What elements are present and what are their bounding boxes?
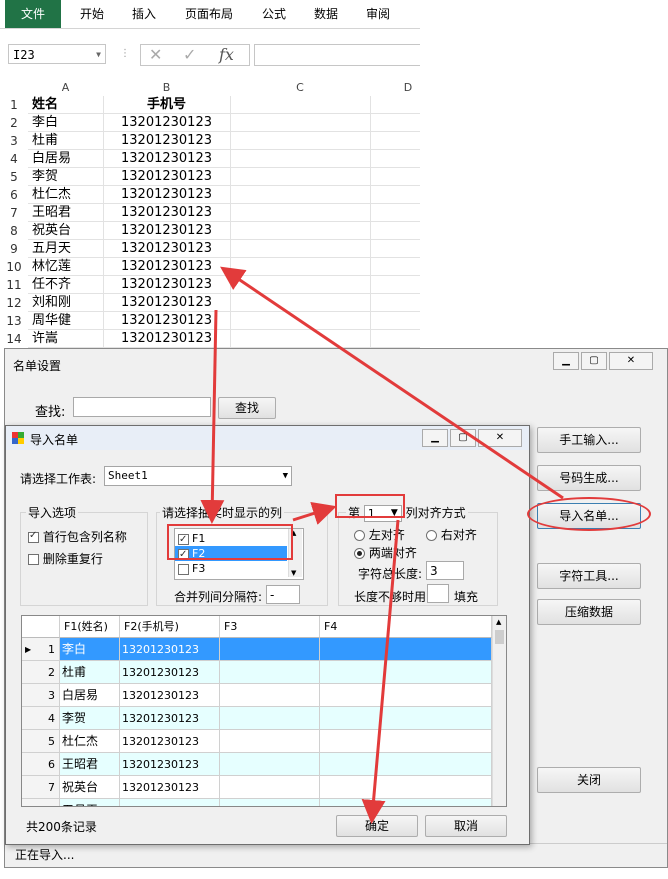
arrow-to-align bbox=[292, 501, 337, 525]
arrow-to-ok bbox=[361, 519, 400, 824]
arrow-to-columns bbox=[200, 309, 225, 524]
annotation-arrows bbox=[200, 266, 564, 824]
arrow-to-sheet bbox=[220, 266, 564, 500]
